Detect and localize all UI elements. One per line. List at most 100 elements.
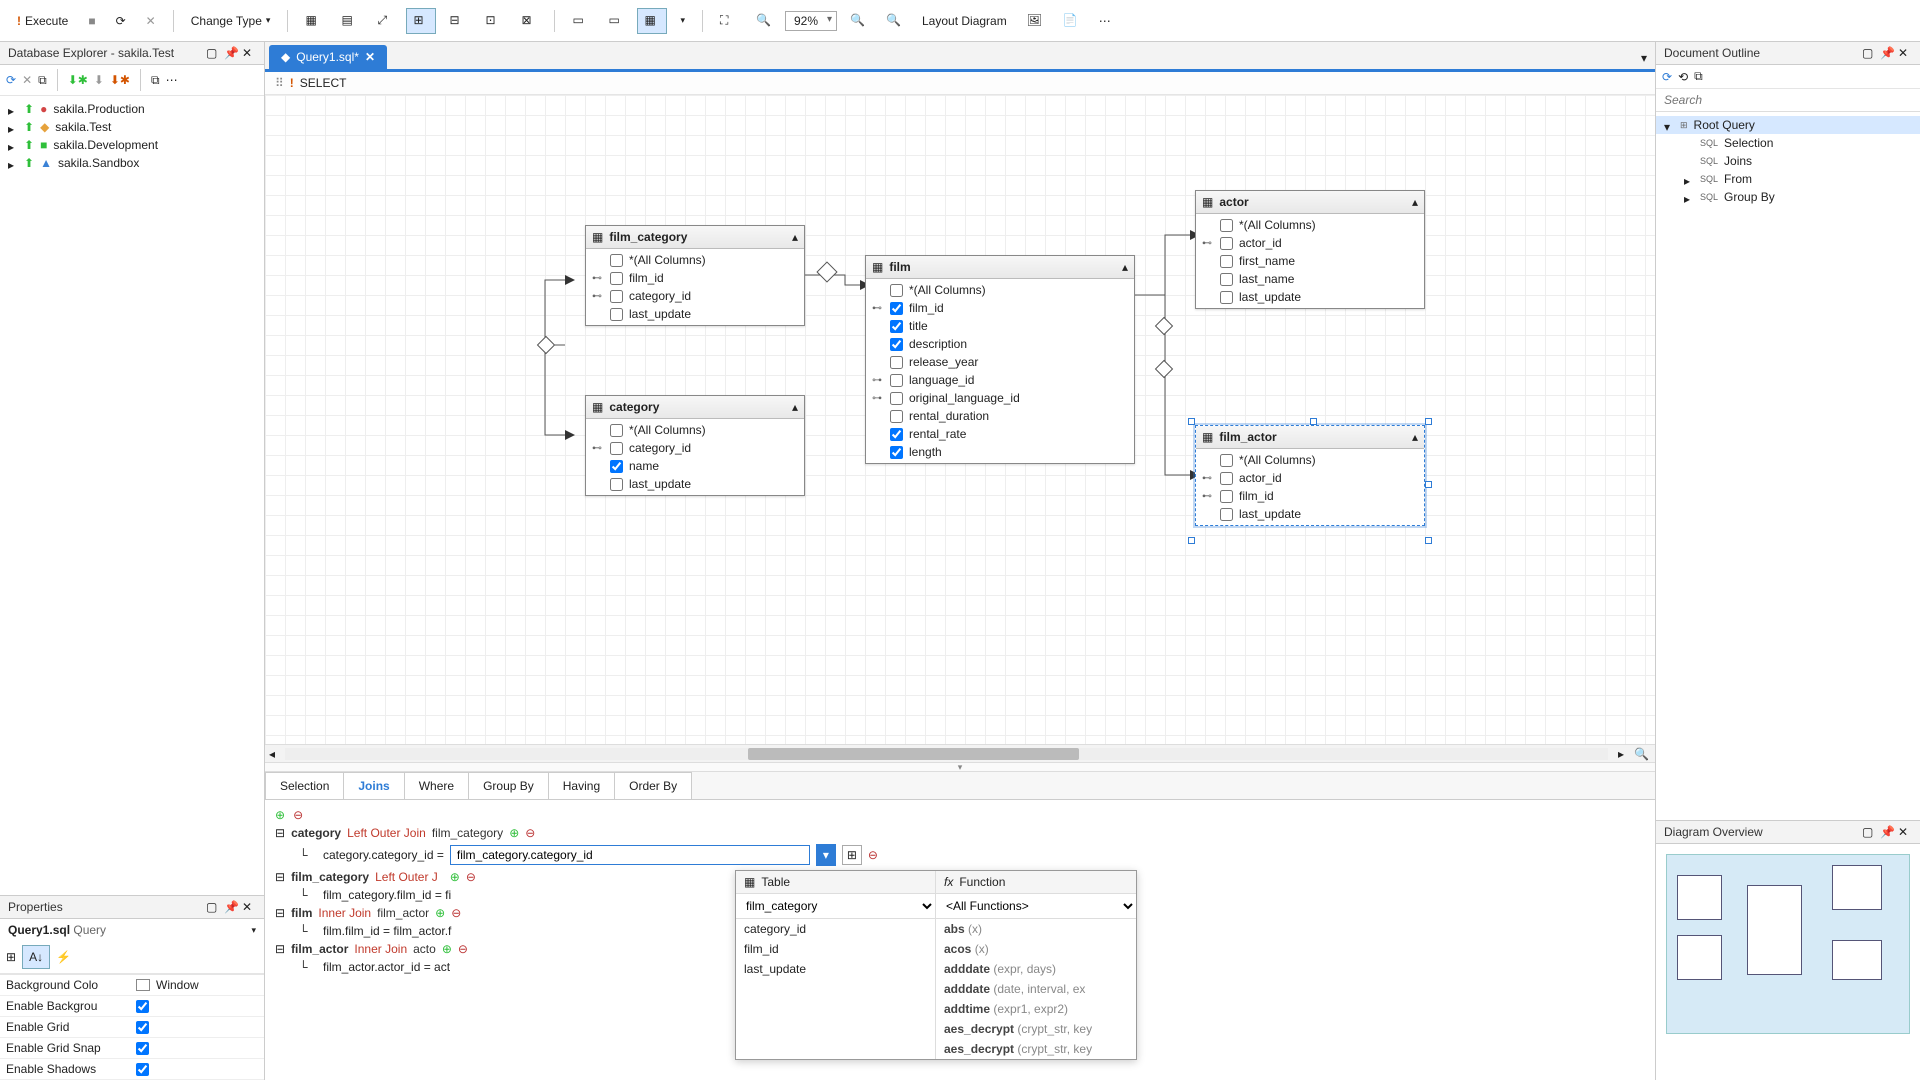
close-icon[interactable]: ✕ [365, 50, 375, 64]
column-checkbox[interactable] [890, 428, 903, 441]
popup-function-item[interactable]: adddate (date, interval, ex [936, 979, 1136, 999]
table-column[interactable]: *(All Columns) [586, 421, 804, 439]
table-column[interactable]: ⊶ language_id [866, 371, 1134, 389]
sync-icon[interactable]: ⟲ [1678, 70, 1688, 84]
fit-button[interactable]: ⛶ [713, 8, 743, 34]
table-column[interactable]: last_update [586, 305, 804, 323]
collapse-icon[interactable]: ⊟ [275, 870, 285, 884]
execute-button[interactable]: ! Execute [10, 9, 75, 33]
magnifier-icon[interactable]: 🔍 [1628, 747, 1655, 761]
column-checkbox[interactable] [890, 374, 903, 387]
table-column[interactable]: ⊷ actor_id [1196, 234, 1424, 252]
conn-star-icon[interactable]: ⬇✱ [110, 73, 130, 87]
popup-function-item[interactable]: abs (x) [936, 919, 1136, 939]
dropdown-button[interactable]: ▾ [673, 10, 692, 31]
column-checkbox[interactable] [1220, 472, 1233, 485]
column-checkbox[interactable] [1220, 291, 1233, 304]
table-column[interactable]: title [866, 317, 1134, 335]
lower-tab-joins[interactable]: Joins [343, 772, 404, 799]
prop-checkbox[interactable] [136, 1000, 149, 1013]
remove-icon[interactable]: ⊖ [293, 808, 303, 822]
tab-query1[interactable]: ◆ Query1.sql* ✕ [269, 45, 387, 69]
table-category[interactable]: ▦ category ▴ *(All Columns) ⊷ category_i… [585, 395, 805, 496]
tool-button[interactable]: ⊠ [514, 8, 544, 34]
zoom-tool-button[interactable]: 🔍 [749, 8, 779, 34]
expander-icon[interactable] [1684, 156, 1694, 166]
table-column[interactable]: *(All Columns) [586, 251, 804, 269]
tool-button[interactable]: ▭ [601, 8, 631, 34]
table-film[interactable]: ▦ film ▴ *(All Columns) ⊷ film_id title … [865, 255, 1135, 464]
conn-icon[interactable]: ⬇ [94, 73, 104, 87]
remove-icon[interactable]: ⊖ [458, 942, 468, 956]
table-select[interactable]: film_category [736, 894, 935, 919]
scroll-left-icon[interactable]: ◂ [265, 747, 279, 761]
column-checkbox[interactable] [610, 478, 623, 491]
tool-button[interactable]: ▭ [565, 8, 595, 34]
function-select[interactable]: <All Functions> [936, 894, 1136, 919]
popup-function-item[interactable]: adddate (expr, days) [936, 959, 1136, 979]
zoom-combo[interactable]: 92% [785, 11, 837, 31]
window-icon[interactable]: ▢ [1862, 46, 1876, 60]
table-header[interactable]: ▦ film_actor ▴ [1196, 426, 1424, 449]
column-checkbox[interactable] [890, 410, 903, 423]
scroll-right-icon[interactable]: ▸ [1614, 747, 1628, 761]
popup-column-item[interactable]: film_id [736, 939, 935, 959]
column-checkbox[interactable] [610, 308, 623, 321]
tool-button[interactable]: 📄 [1056, 8, 1086, 34]
add-icon[interactable]: ⊕ [435, 906, 445, 920]
column-checkbox[interactable] [610, 460, 623, 473]
add-icon[interactable]: ⊕ [275, 808, 285, 822]
table-column[interactable]: description [866, 335, 1134, 353]
diagram-canvas[interactable]: ▦ film_category ▴ *(All Columns) ⊷ film_… [265, 95, 1655, 744]
add-icon[interactable]: ⊕ [450, 870, 460, 884]
collapse-icon[interactable]: ▴ [792, 230, 798, 244]
copy-icon[interactable]: ⧉ [151, 73, 160, 88]
categorize-icon[interactable]: ⊞ [6, 950, 16, 964]
table-column[interactable]: *(All Columns) [1196, 216, 1424, 234]
table-column[interactable]: ⊷ actor_id [1196, 469, 1424, 487]
outline-item[interactable]: ▸ SQL Group By [1656, 188, 1920, 206]
collapse-icon[interactable]: ⊟ [275, 826, 285, 840]
tool-button[interactable]: ⊞ [406, 8, 436, 34]
expander-icon[interactable]: ▸ [8, 122, 18, 132]
grip-icon[interactable]: ⠿ [275, 76, 284, 90]
table-column[interactable]: ⊷ category_id [586, 287, 804, 305]
table-column[interactable]: first_name [1196, 252, 1424, 270]
table-column[interactable]: ⊷ film_id [586, 269, 804, 287]
add-icon[interactable]: ⊕ [442, 942, 452, 956]
lower-tab-where[interactable]: Where [404, 772, 469, 799]
events-icon[interactable]: ⚡ [56, 950, 71, 964]
window-icon[interactable]: ▢ [206, 900, 220, 914]
remove-icon[interactable]: ⊖ [451, 906, 461, 920]
collapse-icon[interactable]: ▴ [1412, 430, 1418, 444]
popup-column-item[interactable]: category_id [736, 919, 935, 939]
collapse-icon[interactable]: ▴ [792, 400, 798, 414]
dropdown-icon[interactable]: ▾ [251, 925, 256, 936]
table-column[interactable]: *(All Columns) [1196, 451, 1424, 469]
remove-icon[interactable]: ⊖ [868, 848, 878, 862]
column-checkbox[interactable] [890, 338, 903, 351]
window-icon[interactable]: ▢ [206, 46, 220, 60]
cancel-button[interactable]: ✕ [139, 9, 163, 33]
table-column[interactable]: release_year [866, 353, 1134, 371]
close-icon[interactable]: ✕ [242, 46, 256, 60]
tool-button[interactable]: ▦ [637, 8, 667, 34]
expander-icon[interactable] [1684, 138, 1694, 148]
new-conn-icon[interactable]: ⬇✱ [68, 73, 88, 87]
expander-icon[interactable]: ▸ [1684, 192, 1694, 202]
dropdown-button[interactable]: ▾ [816, 844, 836, 866]
popup-function-item[interactable]: aes_decrypt (crypt_str, key [936, 1039, 1136, 1059]
expander-icon[interactable]: ▸ [8, 140, 18, 150]
connection-item[interactable]: ▸ ⬆ ● sakila.Production [0, 100, 264, 118]
pin-icon[interactable]: 📌 [224, 900, 238, 914]
lower-tab-having[interactable]: Having [548, 772, 615, 799]
splitter[interactable]: ▾ [265, 762, 1655, 772]
popup-function-item[interactable]: addtime (expr1, expr2) [936, 999, 1136, 1019]
table-film_actor[interactable]: ▦ film_actor ▴ *(All Columns) ⊷ actor_id… [1195, 425, 1425, 526]
table-column[interactable]: name [586, 457, 804, 475]
refresh-icon[interactable]: ⟳ [1662, 70, 1672, 84]
tab-overflow-icon[interactable]: ▾ [1637, 47, 1651, 69]
prop-checkbox[interactable] [136, 1042, 149, 1055]
column-checkbox[interactable] [1220, 219, 1233, 232]
table-column[interactable]: rental_duration [866, 407, 1134, 425]
